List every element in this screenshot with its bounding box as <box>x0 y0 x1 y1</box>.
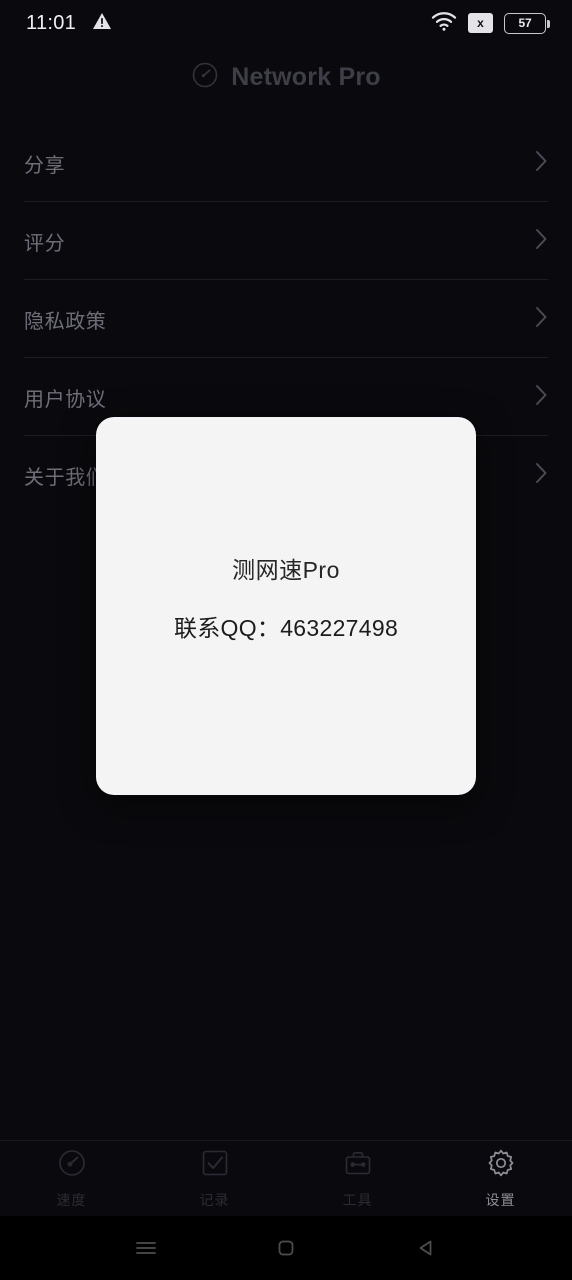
back-triangle-icon[interactable] <box>356 1236 496 1260</box>
menu-lines-icon[interactable] <box>77 1238 217 1258</box>
bottom-tab-bar: 速度 记录 工具 设置 <box>0 1140 572 1216</box>
phone-screen: 11:01 x 57 Network Pro 分享 评分 隐私政策 用户协议 关… <box>0 0 572 1280</box>
tab-records[interactable]: 记录 <box>143 1141 286 1216</box>
about-dialog: 测网速Pro 联系QQ：463227498 <box>96 417 476 795</box>
tab-label: 工具 <box>342 1191 373 1208</box>
tab-settings[interactable]: 设置 <box>429 1141 572 1216</box>
tab-tools[interactable]: 工具 <box>286 1141 429 1216</box>
tab-label: 记录 <box>199 1191 230 1208</box>
android-navigation-bar <box>0 1216 572 1280</box>
home-square-icon[interactable] <box>216 1236 356 1260</box>
tab-label: 设置 <box>485 1191 516 1208</box>
tab-speed[interactable]: 速度 <box>0 1141 143 1216</box>
tab-label: 速度 <box>56 1191 87 1208</box>
dialog-contact-qq: 联系QQ：463227498 <box>173 614 399 641</box>
checkbox-check-icon <box>200 1148 230 1183</box>
toolbox-icon <box>343 1148 373 1183</box>
gear-icon <box>486 1148 516 1183</box>
dialog-app-name: 测网速Pro <box>232 557 340 583</box>
speedometer-icon <box>57 1148 87 1183</box>
